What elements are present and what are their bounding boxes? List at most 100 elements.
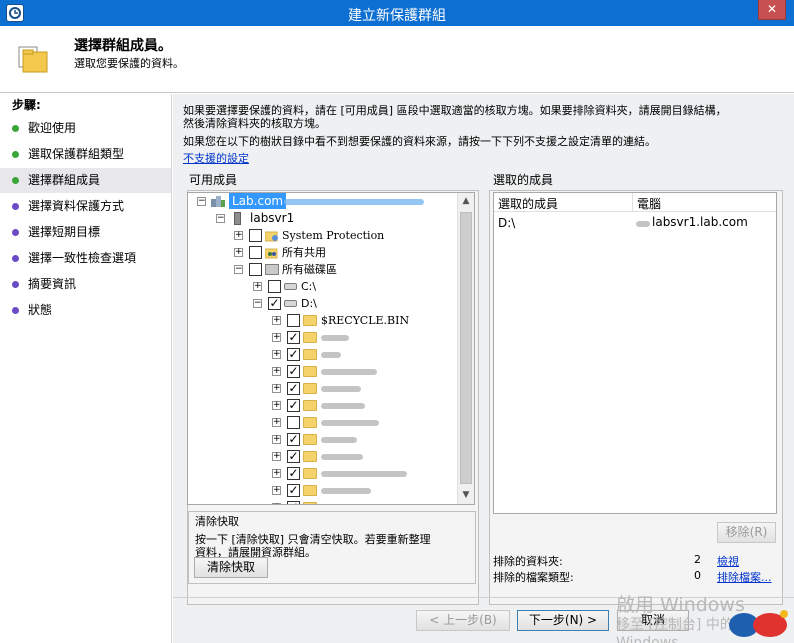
expand-icon[interactable]: + xyxy=(272,316,281,325)
remove-button[interactable]: 移除(R) xyxy=(717,522,776,543)
page-title: 選擇群組成員。 xyxy=(74,38,172,54)
step-label: 選擇資料保護方式 xyxy=(28,199,125,213)
column-header-member[interactable]: 選取的成員 xyxy=(498,195,558,212)
tree-node-domain[interactable]: − Lab.com xyxy=(188,193,448,210)
expand-icon[interactable]: + xyxy=(272,333,281,342)
checkbox[interactable]: ✓ xyxy=(287,450,300,463)
close-button[interactable]: ✕ xyxy=(758,0,786,20)
unsupported-settings-link[interactable]: 不支援的設定 xyxy=(183,152,249,165)
checkbox[interactable]: ✓ xyxy=(268,297,281,310)
step-label: 選擇短期目標 xyxy=(28,225,101,239)
step-consistency-check[interactable]: 選擇一致性檢查選項 xyxy=(0,246,171,271)
expand-icon[interactable]: + xyxy=(272,384,281,393)
scroll-down-icon[interactable]: ▼ xyxy=(458,487,474,504)
step-short-term-goals[interactable]: 選擇短期目標 xyxy=(0,220,171,245)
row-member: D:\ xyxy=(498,216,516,230)
next-button[interactable]: 下一步(N) > xyxy=(517,610,609,631)
steps-panel: 步驟: 歡迎使用 選取保護群組類型 選擇群組成員 選擇資料保護方式 選擇短期目標… xyxy=(0,94,172,643)
table-row[interactable]: D:\ labsvr1.lab.com xyxy=(494,213,776,233)
tree-node-folder[interactable]: +✓ xyxy=(188,482,448,499)
list-header: 選取的成員 電腦 xyxy=(494,193,776,212)
collapse-icon[interactable]: − xyxy=(197,197,206,206)
selected-members-label: 選取的成員 xyxy=(493,173,554,187)
tree-node-folder[interactable]: +✓ xyxy=(188,363,448,380)
step-summary[interactable]: 摘要資訊 xyxy=(0,272,171,297)
checkbox[interactable]: ✓ xyxy=(287,467,300,480)
tree-node-all-shares[interactable]: + 所有共用 xyxy=(188,244,448,261)
redacted-text xyxy=(321,488,371,494)
collapse-icon[interactable]: − xyxy=(253,299,262,308)
row-computer: labsvr1.lab.com xyxy=(652,215,748,229)
checkbox[interactable] xyxy=(287,416,300,429)
drive-icon xyxy=(284,283,297,290)
tree-node-folder[interactable]: +✓ xyxy=(188,465,448,482)
folder-icon xyxy=(303,502,317,504)
view-excluded-link[interactable]: 檢視 xyxy=(717,553,739,569)
scroll-up-icon[interactable]: ▲ xyxy=(458,193,474,210)
expand-icon[interactable]: + xyxy=(272,469,281,478)
redacted-text xyxy=(321,420,379,426)
checkbox[interactable] xyxy=(249,229,262,242)
folder-icon xyxy=(303,485,317,496)
step-status[interactable]: 狀態 xyxy=(0,298,171,323)
redacted-text xyxy=(321,403,365,409)
step-dot-icon xyxy=(12,177,19,184)
tree-node-system-protection[interactable]: + System Protection xyxy=(188,227,448,244)
checkbox[interactable] xyxy=(268,280,281,293)
column-header-computer[interactable]: 電腦 xyxy=(637,195,661,212)
checkbox[interactable]: ✓ xyxy=(287,501,300,504)
scroll-thumb[interactable] xyxy=(460,212,472,484)
tree-node-folder[interactable]: +✓ xyxy=(188,448,448,465)
checkbox[interactable]: ✓ xyxy=(287,484,300,497)
step-protection-method[interactable]: 選擇資料保護方式 xyxy=(0,194,171,219)
excluded-types-count: 0 xyxy=(694,569,701,582)
clear-cache-title: 清除快取 xyxy=(195,515,239,528)
expand-icon[interactable]: + xyxy=(272,401,281,410)
excluded-folders-label: 排除的資料夾: xyxy=(493,555,563,568)
checkbox[interactable]: ✓ xyxy=(287,331,300,344)
tree-node-server[interactable]: − labsvr1 xyxy=(188,210,448,227)
expand-icon[interactable]: + xyxy=(272,486,281,495)
collapse-icon[interactable]: − xyxy=(216,214,225,223)
tree-node-folder[interactable]: +✓ xyxy=(188,346,448,363)
expand-icon[interactable]: + xyxy=(272,503,281,504)
checkbox[interactable] xyxy=(249,263,262,276)
checkbox[interactable]: ✓ xyxy=(287,348,300,361)
back-button[interactable]: < 上一步(B) xyxy=(416,610,510,631)
tree-node-recycle-bin[interactable]: + $RECYCLE.BIN xyxy=(188,312,448,329)
tree-node-drive-d[interactable]: − ✓ D:\ xyxy=(188,295,448,312)
tree-node-folder[interactable]: +✓ xyxy=(188,380,448,397)
checkbox[interactable] xyxy=(249,246,262,259)
checkbox[interactable] xyxy=(287,314,300,327)
expand-icon[interactable]: + xyxy=(272,435,281,444)
tree-node-folder[interactable]: +✓ xyxy=(188,329,448,346)
expand-icon[interactable]: + xyxy=(234,248,243,257)
selected-members-list[interactable]: 選取的成員 電腦 D:\ labsvr1.lab.com xyxy=(493,192,777,514)
tree-scrollbar[interactable]: ▲ ▼ xyxy=(457,193,474,504)
folder-icon xyxy=(303,332,317,343)
expand-icon[interactable]: + xyxy=(272,350,281,359)
available-members-tree[interactable]: − Lab.com − labsvr1 + System Protection … xyxy=(187,192,475,505)
tree-node-folder[interactable]: +✓ xyxy=(188,397,448,414)
step-group-type[interactable]: 選取保護群組類型 xyxy=(0,142,171,167)
expand-icon[interactable]: + xyxy=(234,231,243,240)
step-group-members[interactable]: 選擇群組成員 xyxy=(0,168,171,193)
checkbox[interactable]: ✓ xyxy=(287,382,300,395)
tree-node-drive-c[interactable]: + C:\ xyxy=(188,278,448,295)
expand-icon[interactable]: + xyxy=(253,282,262,291)
checkbox[interactable]: ✓ xyxy=(287,399,300,412)
exclude-files-link[interactable]: 排除檔案... xyxy=(717,569,772,585)
collapse-icon[interactable]: − xyxy=(234,265,243,274)
expand-icon[interactable]: + xyxy=(272,367,281,376)
checkbox[interactable]: ✓ xyxy=(287,365,300,378)
intro-line-1: 如果要選擇要保護的資料，請在 [可用成員] 區段中選取適當的核取方塊。如果要排除… xyxy=(183,104,727,117)
step-welcome[interactable]: 歡迎使用 xyxy=(0,116,171,141)
tree-node-folder[interactable]: +✓ xyxy=(188,431,448,448)
tree-node-all-volumes[interactable]: − 所有磁碟區 xyxy=(188,261,448,278)
tree-node-folder[interactable]: + xyxy=(188,414,448,431)
expand-icon[interactable]: + xyxy=(272,418,281,427)
clear-cache-button[interactable]: 清除快取 xyxy=(194,557,268,578)
checkbox[interactable]: ✓ xyxy=(287,433,300,446)
tree-node-folder[interactable]: +✓ xyxy=(188,499,448,504)
expand-icon[interactable]: + xyxy=(272,452,281,461)
